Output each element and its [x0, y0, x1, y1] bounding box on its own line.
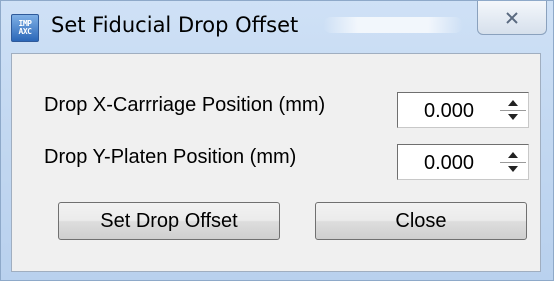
- x-spin-down-button[interactable]: [500, 111, 526, 125]
- y-spin-arrows: [500, 148, 526, 176]
- x-spin-up-button[interactable]: [500, 96, 526, 111]
- x-spin-arrows: [500, 96, 526, 124]
- app-icon: IMP AXC: [11, 14, 39, 42]
- window-close-button[interactable]: [477, 1, 547, 35]
- x-position-value[interactable]: 0.000: [424, 100, 474, 123]
- blurred-background-text: [323, 17, 463, 33]
- y-position-spinbox[interactable]: 0.000: [397, 144, 529, 180]
- set-drop-offset-button[interactable]: Set Drop Offset: [58, 202, 280, 240]
- window-title: Set Fiducial Drop Offset: [51, 13, 299, 37]
- y-position-label: Drop Y-Platen Position (mm): [44, 146, 297, 168]
- close-button[interactable]: Close: [315, 202, 527, 240]
- arrow-down-icon: [508, 166, 518, 173]
- close-icon: [506, 11, 518, 24]
- dialog-content: Drop X-Carrriage Position (mm) 0.000 Dro…: [11, 53, 541, 272]
- app-icon-text-bottom: AXC: [18, 27, 32, 36]
- arrow-up-icon: [508, 151, 518, 158]
- y-spin-up-button[interactable]: [500, 148, 526, 163]
- x-position-label: Drop X-Carrriage Position (mm): [44, 94, 326, 116]
- title-bar[interactable]: IMP AXC Set Fiducial Drop Offset: [1, 1, 553, 51]
- x-position-spinbox[interactable]: 0.000: [397, 92, 529, 128]
- y-spin-down-button[interactable]: [500, 163, 526, 177]
- dialog-window: IMP AXC Set Fiducial Drop Offset Drop X-…: [0, 0, 554, 281]
- arrow-down-icon: [508, 114, 518, 121]
- y-position-value[interactable]: 0.000: [424, 152, 474, 175]
- arrow-up-icon: [508, 99, 518, 106]
